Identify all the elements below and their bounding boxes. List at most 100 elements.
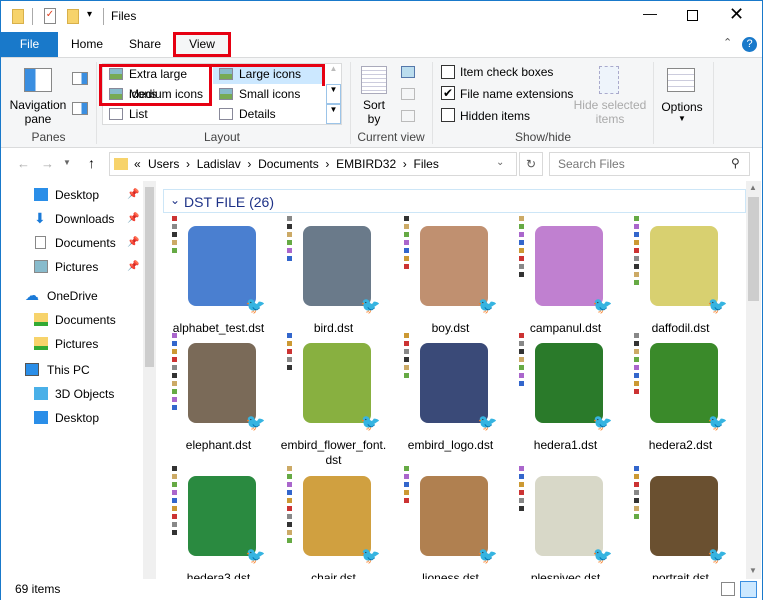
file-item[interactable]: 🐦 hedera2.dst [623,333,738,453]
file-item[interactable]: 🐦 embird_logo.dst [393,333,508,453]
breadcrumb-ladislav[interactable]: Ladislav [197,157,241,171]
design-preview [419,226,488,306]
file-name: elephant.dst [185,438,252,452]
file-thumbnail: 🐦 [518,466,613,566]
details-pane-icon[interactable] [72,102,88,115]
new-folder-icon[interactable] [67,9,79,24]
forward-button[interactable]: → [41,156,54,171]
layout-scroll-up[interactable]: ▲ [326,64,341,84]
layout-scroll-down[interactable]: ▼ [326,84,341,104]
recent-locations-button[interactable]: ▼ [63,158,71,167]
refresh-button[interactable]: ↻ [519,152,543,176]
sidebar-item-onedrive[interactable]: ☁ OneDrive [1,285,141,307]
sidebar-item-desktop[interactable]: Desktop 📌 [1,184,141,206]
options-button[interactable]: Options [655,100,709,114]
group-by-icon[interactable] [401,66,415,78]
breadcrumb-overflow[interactable]: « [134,157,141,171]
file-thumbnail: 🐦 [403,466,498,566]
file-item[interactable]: 🐦 boy.dst [393,216,508,336]
tab-view[interactable]: View [173,32,231,57]
size-columns-icon[interactable] [401,110,415,122]
design-preview [534,343,603,423]
file-item[interactable]: 🐦 plesnivec.dst [508,466,623,579]
file-thumbnail: 🐦 [403,333,498,433]
group-header[interactable]: ⌄ DST FILE (26) [163,189,746,213]
tab-file[interactable]: File [1,32,58,57]
preview-pane-icon[interactable] [72,72,88,85]
large-icons-view-button[interactable] [740,581,757,598]
collapse-group-icon: ⌄ [170,193,181,207]
search-input[interactable]: Search Files ⚲ [549,152,750,176]
design-preview [534,226,603,306]
file-name-extensions-label[interactable]: File name extensions [460,87,573,101]
file-item[interactable]: 🐦 portrait.dst [623,466,738,579]
file-item[interactable]: 🐦 hedera3.dst [161,466,276,579]
sidebar-scrollbar[interactable] [143,181,156,579]
embird-hummingbird-icon: 🐦 [707,548,728,565]
layout-list[interactable]: List [103,104,211,124]
color-palette [403,466,409,506]
sidebar-item-onedrive-documents[interactable]: Documents [1,309,141,331]
list-icon [109,108,123,120]
hidden-items-label[interactable]: Hidden items [460,109,530,123]
address-dropdown-icon[interactable]: ⌄ [496,157,504,168]
file-item[interactable]: 🐦 elephant.dst [161,333,276,453]
file-item[interactable]: 🐦 alphabet_test.dst [161,216,276,336]
add-columns-icon[interactable] [401,88,415,100]
tab-share[interactable]: Share [123,32,167,57]
file-item[interactable]: 🐦 bird.dst [276,216,391,336]
up-button[interactable]: ↑ [88,155,95,171]
file-item[interactable]: 🐦 lioness.dst [393,466,508,579]
layout-details[interactable]: Details [213,104,323,124]
breadcrumb-documents[interactable]: Documents [258,157,319,171]
item-check-boxes-label[interactable]: Item check boxes [460,65,553,79]
embird-hummingbird-icon: 🐦 [245,298,266,315]
pin-icon: 📌 [127,237,140,248]
file-thumbnail: 🐦 [286,216,381,316]
content-scrollbar[interactable]: ▲ ▼ [746,181,761,579]
back-button[interactable]: ← [17,156,30,171]
sidebar-item-this-pc[interactable]: This PC [1,359,141,381]
sort-by-button[interactable]: Sort by [357,98,391,126]
color-palette [171,466,177,538]
file-name: plesnivec.dst [530,571,601,579]
collapse-ribbon-icon[interactable]: ⌃ [723,36,732,49]
layout-small-icons[interactable]: Small icons [213,84,323,104]
file-item[interactable]: 🐦 embird_flower_font.dst [276,333,391,468]
address-bar[interactable]: « Users › Ladislav › Documents › EMBIRD3… [109,152,517,176]
sidebar-item-onedrive-pictures[interactable]: Pictures [1,333,141,355]
embird-hummingbird-icon: 🐦 [592,298,613,315]
sidebar-item-documents[interactable]: Documents 📌 [1,232,141,254]
file-name-extensions-checkbox[interactable]: ✔ [441,86,455,100]
breadcrumb-embird32[interactable]: EMBIRD32 [336,157,396,171]
item-check-boxes-checkbox[interactable] [441,65,455,79]
hidden-items-checkbox[interactable] [441,108,455,122]
color-palette [286,333,292,373]
file-thumbnail: 🐦 [633,333,728,433]
tab-home[interactable]: Home [65,32,109,57]
sidebar-item-pc-desktop[interactable]: Desktop [1,407,141,429]
close-button[interactable]: ✕ [729,4,744,25]
file-item[interactable]: 🐦 hedera1.dst [508,333,623,453]
layout-expand[interactable]: ▼ [326,104,341,124]
customize-toolbar-icon[interactable]: ▾ [87,9,92,20]
sidebar-item-3d-objects[interactable]: 3D Objects [1,383,141,405]
breadcrumb-files[interactable]: Files [413,157,438,171]
sidebar-item-pictures[interactable]: Pictures 📌 [1,256,141,278]
file-item[interactable]: 🐦 daffodil.dst [623,216,738,336]
file-item[interactable]: 🐦 chair.dst [276,466,391,579]
properties-icon[interactable]: ✓ [44,8,56,24]
help-icon[interactable]: ? [742,37,757,52]
breadcrumb-users[interactable]: Users [148,157,179,171]
ribbon: Navigation pane Panes Extra large icons … [1,57,762,148]
navigation-pane: Desktop 📌 ⬇ Downloads 📌 Documents 📌 Pictures… [1,181,156,579]
file-thumbnail: 🐦 [171,333,266,433]
maximize-button[interactable] [687,10,698,21]
minimize-button[interactable]: — [639,5,661,21]
navigation-pane-button[interactable]: Navigation pane [7,98,69,126]
hide-selected-items-button[interactable]: Hide selected items [571,98,649,126]
hide-selected-icon [599,66,619,94]
file-item[interactable]: 🐦 campanul.dst [508,216,623,336]
sidebar-item-downloads[interactable]: ⬇ Downloads 📌 [1,208,141,230]
details-view-button[interactable] [721,582,735,596]
